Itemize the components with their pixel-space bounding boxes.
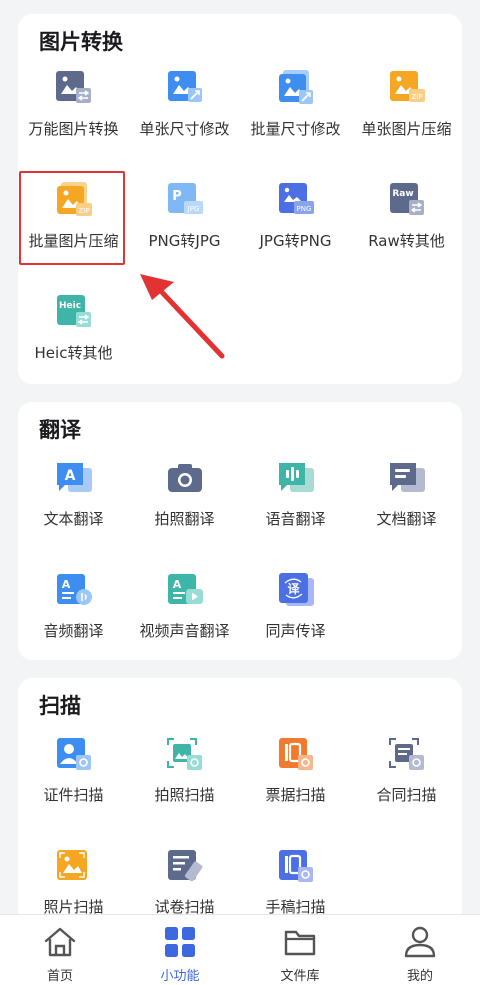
section-scan: 扫描 证件扫描 拍照扫描 票据扫描 合同扫描 照片扫描 试卷扫描 手稿扫描 (18, 678, 462, 928)
tool-label: JPG转PNG (259, 232, 332, 250)
tool-label: 视频声音翻译 (139, 622, 230, 640)
audio-translate-icon: A (57, 574, 92, 605)
tool-label: 拍照扫描 (154, 786, 215, 804)
a-glyph: A (65, 468, 76, 484)
tool-receipt-scan[interactable]: 票据扫描 (240, 736, 351, 836)
jpg-badge: JPG (187, 205, 200, 213)
picture-scan-icon (57, 850, 87, 880)
receipt-scan-icon (279, 738, 313, 770)
tool-jpg-to-png[interactable]: PNG JPG转PNG (240, 182, 351, 282)
tool-label: Raw转其他 (368, 232, 445, 250)
tab-label: 我的 (406, 969, 433, 984)
tool-document-translate[interactable]: 文档翻译 (351, 460, 462, 560)
tab-files[interactable]: 文件库 (240, 915, 360, 985)
text-translate-icon: A (57, 463, 92, 492)
a-glyph: A (173, 578, 182, 591)
tool-label: 证件扫描 (43, 786, 104, 804)
image-convert-icon (56, 71, 91, 103)
tool-batch-resize[interactable]: 批量尺寸修改 (240, 70, 351, 170)
tool-label: 合同扫描 (376, 786, 437, 804)
tab-label: 小功能 (160, 969, 200, 984)
tool-label: 票据扫描 (265, 786, 326, 804)
document-translate-icon (390, 463, 425, 492)
tool-label: 批量尺寸修改 (250, 120, 341, 138)
tool-contract-scan[interactable]: 合同扫描 (351, 736, 462, 836)
tool-label: 同声传译 (265, 622, 326, 640)
tool-video-translate[interactable]: A 视频声音翻译 (129, 572, 240, 672)
tool-label: 文本翻译 (43, 510, 104, 528)
raw-convert-icon: Raw (390, 183, 424, 215)
tool-single-compress[interactable]: ZIP 单张图片压缩 (351, 70, 462, 170)
tool-raw-convert[interactable]: Raw Raw转其他 (351, 182, 462, 282)
tool-text-translate[interactable]: A 文本翻译 (18, 460, 129, 560)
section-title: 扫描 (39, 694, 81, 718)
png-to-jpg-icon: P JPG (168, 183, 203, 214)
highlight-box (19, 171, 125, 265)
zip-badge: ZIP (411, 93, 422, 101)
tool-label: 单张图片压缩 (361, 120, 452, 138)
yi-glyph: 译 (287, 582, 300, 596)
heic-convert-icon: Heic (57, 295, 91, 327)
camera-translate-icon (168, 464, 202, 492)
tab-profile[interactable]: 我的 (360, 915, 480, 985)
simultaneous-translate-icon: 译 (279, 573, 314, 606)
tool-label: 音频翻译 (43, 622, 104, 640)
tool-id-scan[interactable]: 证件扫描 (18, 736, 129, 836)
tool-label: 万能图片转换 (28, 120, 119, 138)
tool-universal-convert[interactable]: 万能图片转换 (18, 70, 129, 170)
tool-audio-translate[interactable]: A 音频翻译 (18, 572, 129, 672)
tool-photo-scan[interactable]: 拍照扫描 (129, 736, 240, 836)
tab-label: 首页 (46, 969, 73, 984)
voice-translate-icon (279, 463, 314, 492)
contract-scan-icon (389, 738, 424, 770)
heic-glyph: Heic (59, 301, 81, 311)
manuscript-scan-icon (279, 850, 313, 882)
user-icon (404, 926, 436, 958)
image-resize-icon (168, 71, 202, 102)
tool-label: Heic转其他 (34, 344, 113, 362)
exam-scan-icon (168, 850, 203, 882)
jpg-to-png-icon: PNG (279, 183, 314, 214)
bottom-tab-bar: 首页 小功能 文件库 我的 (0, 914, 480, 985)
tab-home[interactable]: 首页 (0, 915, 120, 985)
raw-glyph: Raw (392, 189, 413, 199)
photo-scan-icon (167, 738, 202, 770)
section-title: 图片转换 (39, 30, 123, 54)
tool-label: 文档翻译 (376, 510, 437, 528)
grid-icon (165, 927, 195, 957)
video-translate-icon: A (168, 574, 203, 604)
a-glyph: A (62, 578, 71, 591)
home-icon (44, 927, 76, 957)
folder-icon (284, 930, 316, 956)
tool-label: 拍照翻译 (154, 510, 215, 528)
id-scan-icon (57, 738, 91, 770)
tool-heic-convert[interactable]: Heic Heic转其他 (18, 294, 129, 394)
tool-single-resize[interactable]: 单张尺寸修改 (129, 70, 240, 170)
section-title: 翻译 (39, 418, 81, 442)
tool-label: PNG转JPG (148, 232, 221, 250)
tool-simultaneous-translate[interactable]: 译 同声传译 (240, 572, 351, 672)
tab-label: 文件库 (280, 969, 320, 984)
section-translate: 翻译 A 文本翻译 拍照翻译 语音翻译 文档翻译 A 音频翻译 A 视频声音翻译… (18, 402, 462, 660)
p-glyph: P (172, 189, 182, 204)
batch-resize-icon (279, 70, 313, 104)
pointer-arrow-icon (140, 274, 225, 359)
png-badge: PNG (297, 205, 312, 213)
tool-voice-translate[interactable]: 语音翻译 (240, 460, 351, 560)
tab-tools[interactable]: 小功能 (120, 915, 240, 985)
tool-label: 单张尺寸修改 (139, 120, 230, 138)
image-compress-icon: ZIP (390, 71, 425, 102)
tool-camera-translate[interactable]: 拍照翻译 (129, 460, 240, 560)
tool-label: 语音翻译 (265, 510, 326, 528)
